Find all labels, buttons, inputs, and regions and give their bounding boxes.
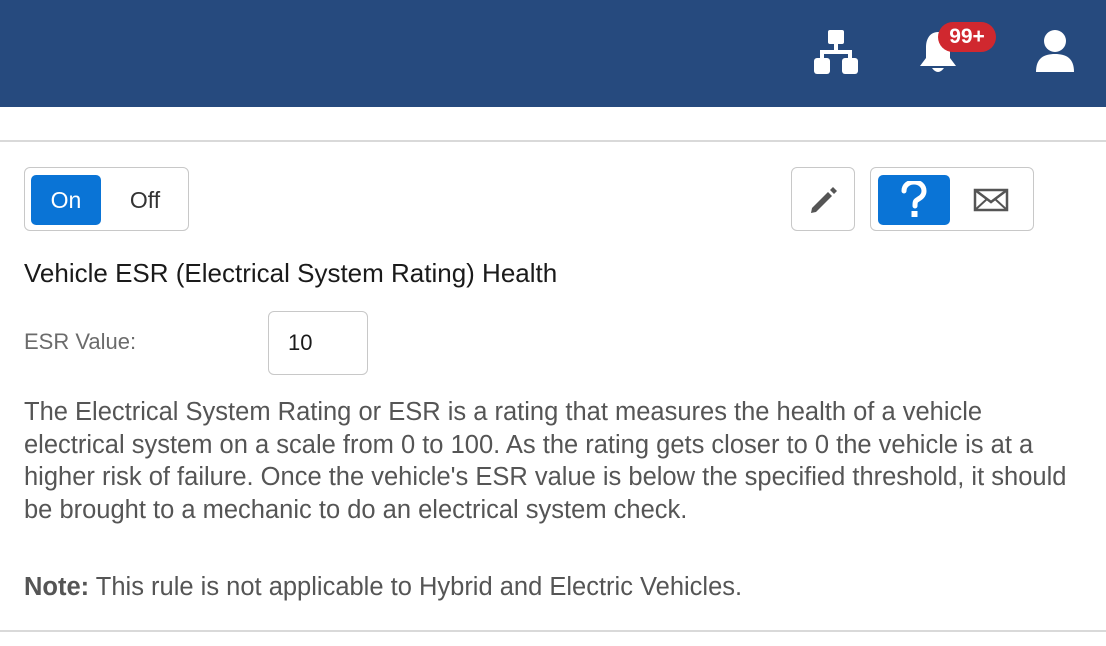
notification-badge: 99+ bbox=[938, 22, 996, 52]
on-off-toggle: On Off bbox=[24, 167, 189, 231]
note-text: This rule is not applicable to Hybrid an… bbox=[89, 573, 743, 601]
esr-value-label: ESR Value: bbox=[24, 329, 137, 354]
user-icon[interactable] bbox=[1036, 30, 1074, 72]
toggle-on-button[interactable]: On bbox=[31, 175, 101, 225]
rule-title: Vehicle ESR (Electrical System Rating) H… bbox=[24, 258, 558, 288]
sitemap-icon[interactable] bbox=[814, 30, 858, 76]
help-button[interactable] bbox=[878, 175, 950, 225]
rule-description: The Electrical System Rating or ESR is a… bbox=[24, 398, 1067, 524]
section-divider bbox=[0, 140, 1106, 142]
section-divider-bottom bbox=[0, 630, 1106, 632]
esr-value-input[interactable] bbox=[268, 311, 368, 375]
help-mail-group bbox=[870, 167, 1034, 231]
edit-button[interactable] bbox=[791, 167, 855, 231]
note-label: Note: bbox=[24, 573, 90, 601]
mail-button[interactable] bbox=[971, 184, 1011, 216]
rule-note: Note: This rule is not applicable to Hyb… bbox=[24, 573, 742, 602]
envelope-icon bbox=[973, 188, 1009, 212]
header-bar: 99+ bbox=[0, 0, 1106, 107]
toggle-off-button[interactable]: Off bbox=[113, 175, 177, 225]
question-icon bbox=[901, 181, 927, 217]
pencil-icon bbox=[811, 187, 837, 213]
